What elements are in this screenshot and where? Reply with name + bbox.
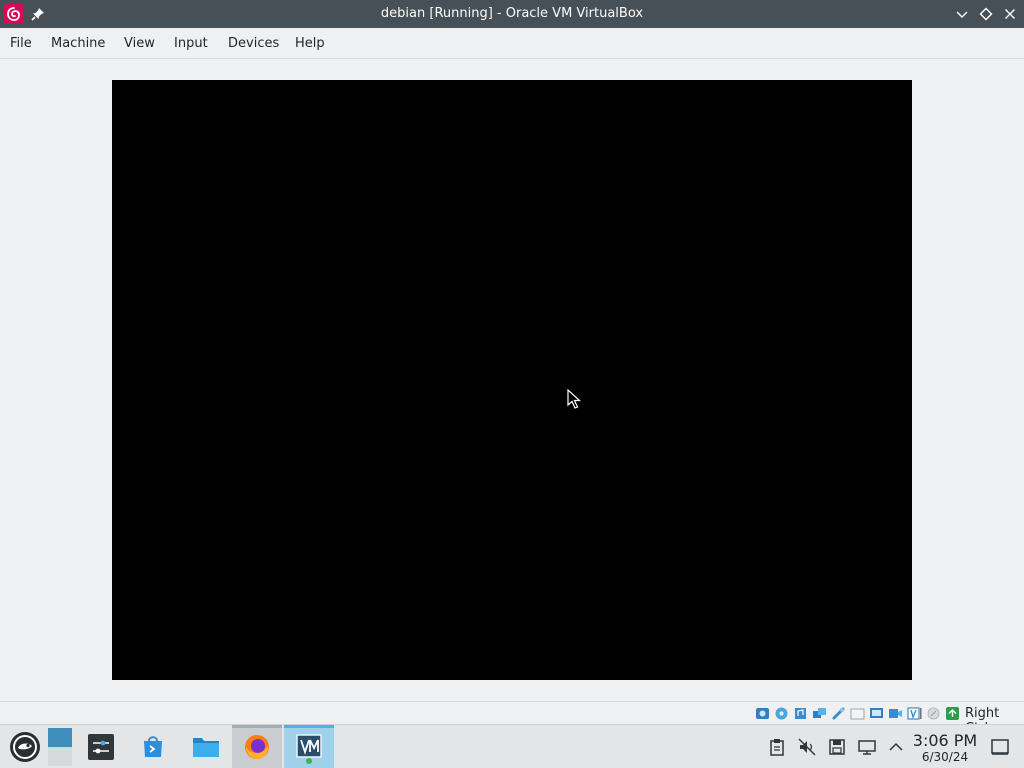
mouse-cursor-icon [567,389,582,409]
settings-app-icon [88,734,114,760]
keyboard-icon[interactable] [945,706,960,721]
audio-icon[interactable] [793,706,808,721]
virtual-desktop-pager[interactable] [48,728,72,766]
clock-date[interactable]: 6/30/24 [912,750,978,764]
network-icon[interactable] [812,706,827,721]
guest-additions-icon[interactable] [907,706,922,721]
usb-icon[interactable] [831,706,846,721]
minimize-icon[interactable] [954,6,970,22]
menu-help[interactable]: Help [295,36,325,51]
show-desktop-icon[interactable] [990,738,1010,756]
clock-time[interactable]: 3:06 PM [912,732,978,750]
task-settings[interactable] [76,725,126,768]
menu-input[interactable]: Input [174,36,208,51]
video-capture-icon[interactable] [888,706,903,721]
optical-drive-icon[interactable] [774,706,789,721]
maximize-icon[interactable] [978,6,994,22]
hard-disk-icon[interactable] [755,706,770,721]
opensuse-launcher-icon[interactable] [8,730,42,764]
menu-machine[interactable]: Machine [51,36,105,51]
task-virtualbox[interactable] [284,725,334,768]
network-tray-icon[interactable] [858,738,876,756]
task-file-manager[interactable] [180,725,230,768]
menu-file[interactable]: File [10,36,32,51]
menu-devices[interactable]: Devices [228,36,279,51]
file-manager-icon [193,738,219,757]
window-title: debian [Running] - Oracle VM VirtualBox [380,6,644,21]
save-icon[interactable] [828,738,846,756]
virtualbox-icon [296,734,322,764]
firefox-icon [245,735,269,759]
mouse-integration-icon[interactable] [926,706,941,721]
close-icon[interactable] [1002,6,1018,22]
task-firefox[interactable] [232,725,282,768]
shared-folders-icon[interactable] [850,706,865,721]
clipboard-icon[interactable] [768,738,786,756]
volume-muted-icon[interactable] [798,738,816,756]
task-discover[interactable] [128,725,178,768]
discover-store-icon [144,736,162,757]
display-icon[interactable] [869,706,884,721]
menu-bar: File Machine View Input Devices Help [0,28,1024,59]
status-bar: Right Ctrl [0,701,1024,736]
vm-display[interactable] [112,80,912,680]
title-bar[interactable]: debian [Running] - Oracle VM VirtualBox [0,0,1024,28]
virtualbox-window: debian [Running] - Oracle VM VirtualBox … [0,0,1024,768]
menu-view[interactable]: View [124,36,155,51]
expand-tray-icon[interactable] [887,738,905,756]
taskbar: 3:06 PM 6/30/24 [0,724,1024,768]
